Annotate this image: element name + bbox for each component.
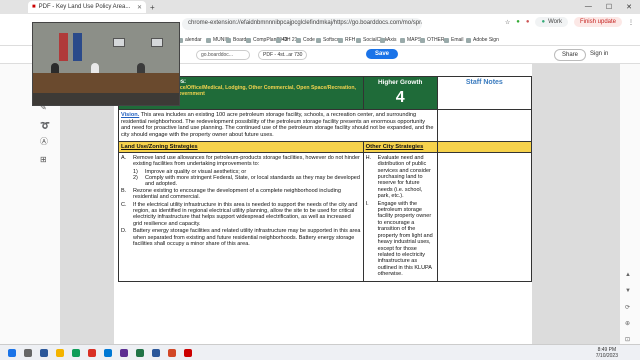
taskbar-clock[interactable]: 8:49 PM 7/10/2023 — [596, 347, 618, 359]
lasso-icon[interactable]: ➰ — [40, 122, 50, 130]
pdf-icon: ■ — [32, 4, 36, 10]
bookmark-item[interactable]: Board — [226, 37, 246, 43]
search-icon[interactable] — [24, 349, 32, 357]
bookmark-item[interactable]: Code — [296, 37, 315, 43]
browser-tab[interactable]: ■ PDF - Key Land Use Policy Area... ✕ — [28, 1, 146, 13]
land-use-strategies-header: Land Use/Zoning Strategies — [118, 140, 364, 153]
close-tab-icon[interactable]: ✕ — [137, 4, 142, 11]
bookmark-item[interactable]: MAPS — [400, 37, 421, 43]
minimize-icon[interactable]: — — [585, 3, 592, 11]
page-nav-down-icon[interactable]: ▼ — [625, 288, 633, 296]
bookmark-item[interactable]: Axis — [380, 37, 396, 43]
staff-notes-blank-header — [436, 140, 532, 153]
flag — [73, 33, 82, 61]
chrome-icon[interactable] — [72, 349, 80, 357]
work-label: Work — [548, 19, 562, 25]
finish-update-button[interactable]: Finish update — [573, 17, 622, 27]
policy-table: Land Use Preferences: Residential, Retai… — [118, 76, 532, 282]
land-use-items-cell: A. Remove land use allowances for petrole… — [118, 151, 364, 282]
file-explorer-icon[interactable] — [56, 349, 64, 357]
list-item: H. Evaluate need and distribution of publ… — [365, 154, 431, 200]
growth-value: 4 — [395, 89, 405, 106]
staff-notes-header: Staff Notes — [436, 76, 532, 110]
doc-tab[interactable]: go.boarddoc... — [196, 50, 250, 60]
list-item: D. Battery energy storage facilities and … — [121, 228, 361, 248]
profile-icon: ● — [541, 19, 546, 25]
pdf-right-rail: ▲ ▼ ⟳ ⊕ ⊡ — [620, 64, 640, 344]
excel-icon[interactable] — [136, 349, 144, 357]
new-tab-icon[interactable]: + — [150, 3, 155, 12]
powerpoint-icon[interactable] — [168, 349, 176, 357]
start-icon[interactable] — [8, 349, 16, 357]
acrobat-icon[interactable] — [184, 349, 192, 357]
close-window-icon[interactable]: ✕ — [626, 3, 632, 11]
url-field[interactable]: chrome-extension://efaidnbmnnnibpcajpcgl… — [182, 18, 422, 30]
taskbar: 8:49 PM 7/10/2023 — [0, 344, 640, 360]
sign-in-link[interactable]: Sign in — [590, 51, 608, 57]
file-tab[interactable]: PDF - 4st...ar 730 — [258, 50, 308, 60]
staff-notes-cell — [436, 109, 532, 142]
bookmark-item[interactable]: alendar — [178, 37, 202, 43]
other-items-cell: H. Evaluate need and distribution of publ… — [362, 151, 438, 282]
list-subitem: 2) Comply with more stringent Federal, St… — [133, 175, 360, 188]
growth-cell: Higher Growth 4 — [362, 76, 438, 110]
word-icon[interactable] — [152, 349, 160, 357]
outlook-icon[interactable] — [104, 349, 112, 357]
list-item: A. Remove land use allowances for petrole… — [121, 154, 360, 168]
select-text-icon[interactable]: Ⓐ — [40, 138, 48, 146]
bookmark-item[interactable]: OTHER — [420, 37, 445, 43]
vision-text: This area includes an existing 100 acre … — [121, 112, 434, 139]
meeting-video-overlay[interactable] — [32, 22, 180, 106]
tab-title: PDF - Key Land Use Policy Area... — [38, 4, 131, 10]
profile-work-button[interactable]: ● Work — [535, 17, 568, 27]
vision-label: Vision. — [121, 112, 140, 118]
app-icon[interactable] — [88, 349, 96, 357]
bookmark-item[interactable]: OH 21 — [276, 37, 297, 43]
menu-icon[interactable]: ⋮ — [628, 19, 634, 26]
clock-date: 7/10/2023 — [595, 353, 618, 359]
task-view-icon[interactable] — [40, 349, 48, 357]
fit-page-icon[interactable]: ⊡ — [625, 336, 633, 344]
star-icon[interactable]: ☆ — [505, 19, 510, 26]
bookmark-item[interactable]: Adobe Sign — [466, 37, 499, 43]
insert-text-icon[interactable]: ⊞ — [40, 156, 48, 164]
list-item: C. If the electrical utility infrastructu… — [121, 201, 358, 227]
maximize-icon[interactable]: ☐ — [606, 3, 612, 11]
rotate-icon[interactable]: ⟳ — [625, 304, 633, 312]
page-nav-up-icon[interactable]: ▲ — [625, 272, 633, 280]
save-button[interactable]: Save — [366, 49, 399, 59]
pdf-left-rail: ✎ ➰ Ⓐ ⊞ — [0, 64, 60, 344]
zoom-in-icon[interactable]: ⊕ — [625, 320, 633, 328]
flag — [59, 33, 68, 61]
vision-cell: Vision. This area includes an existing 1… — [118, 109, 438, 142]
bookmark-item[interactable]: RFH — [338, 37, 355, 43]
share-button[interactable]: Share — [554, 49, 587, 61]
list-item: B. Rezone existing to encourage the devel… — [121, 187, 341, 201]
video-desk — [33, 73, 179, 93]
browser-tab-bar: ■ PDF - Key Land Use Policy Area... ✕ + … — [0, 0, 640, 14]
list-item: I. Engage with the petroleum storage faci… — [365, 200, 433, 278]
extension-icon[interactable]: ● — [516, 19, 520, 25]
video-screen — [113, 38, 125, 47]
video-floor — [33, 93, 179, 105]
staff-notes-body-cell — [436, 151, 532, 282]
growth-label: Higher Growth — [377, 79, 423, 86]
bookmark-item[interactable]: Email — [444, 37, 464, 43]
other-strategies-header: Other City Strategies — [362, 140, 438, 153]
pdf-page: Land Use Preferences: Residential, Retai… — [114, 64, 532, 346]
teams-icon[interactable] — [120, 349, 128, 357]
video-screen — [151, 38, 163, 47]
extension-icon-2[interactable]: ● — [526, 19, 530, 25]
